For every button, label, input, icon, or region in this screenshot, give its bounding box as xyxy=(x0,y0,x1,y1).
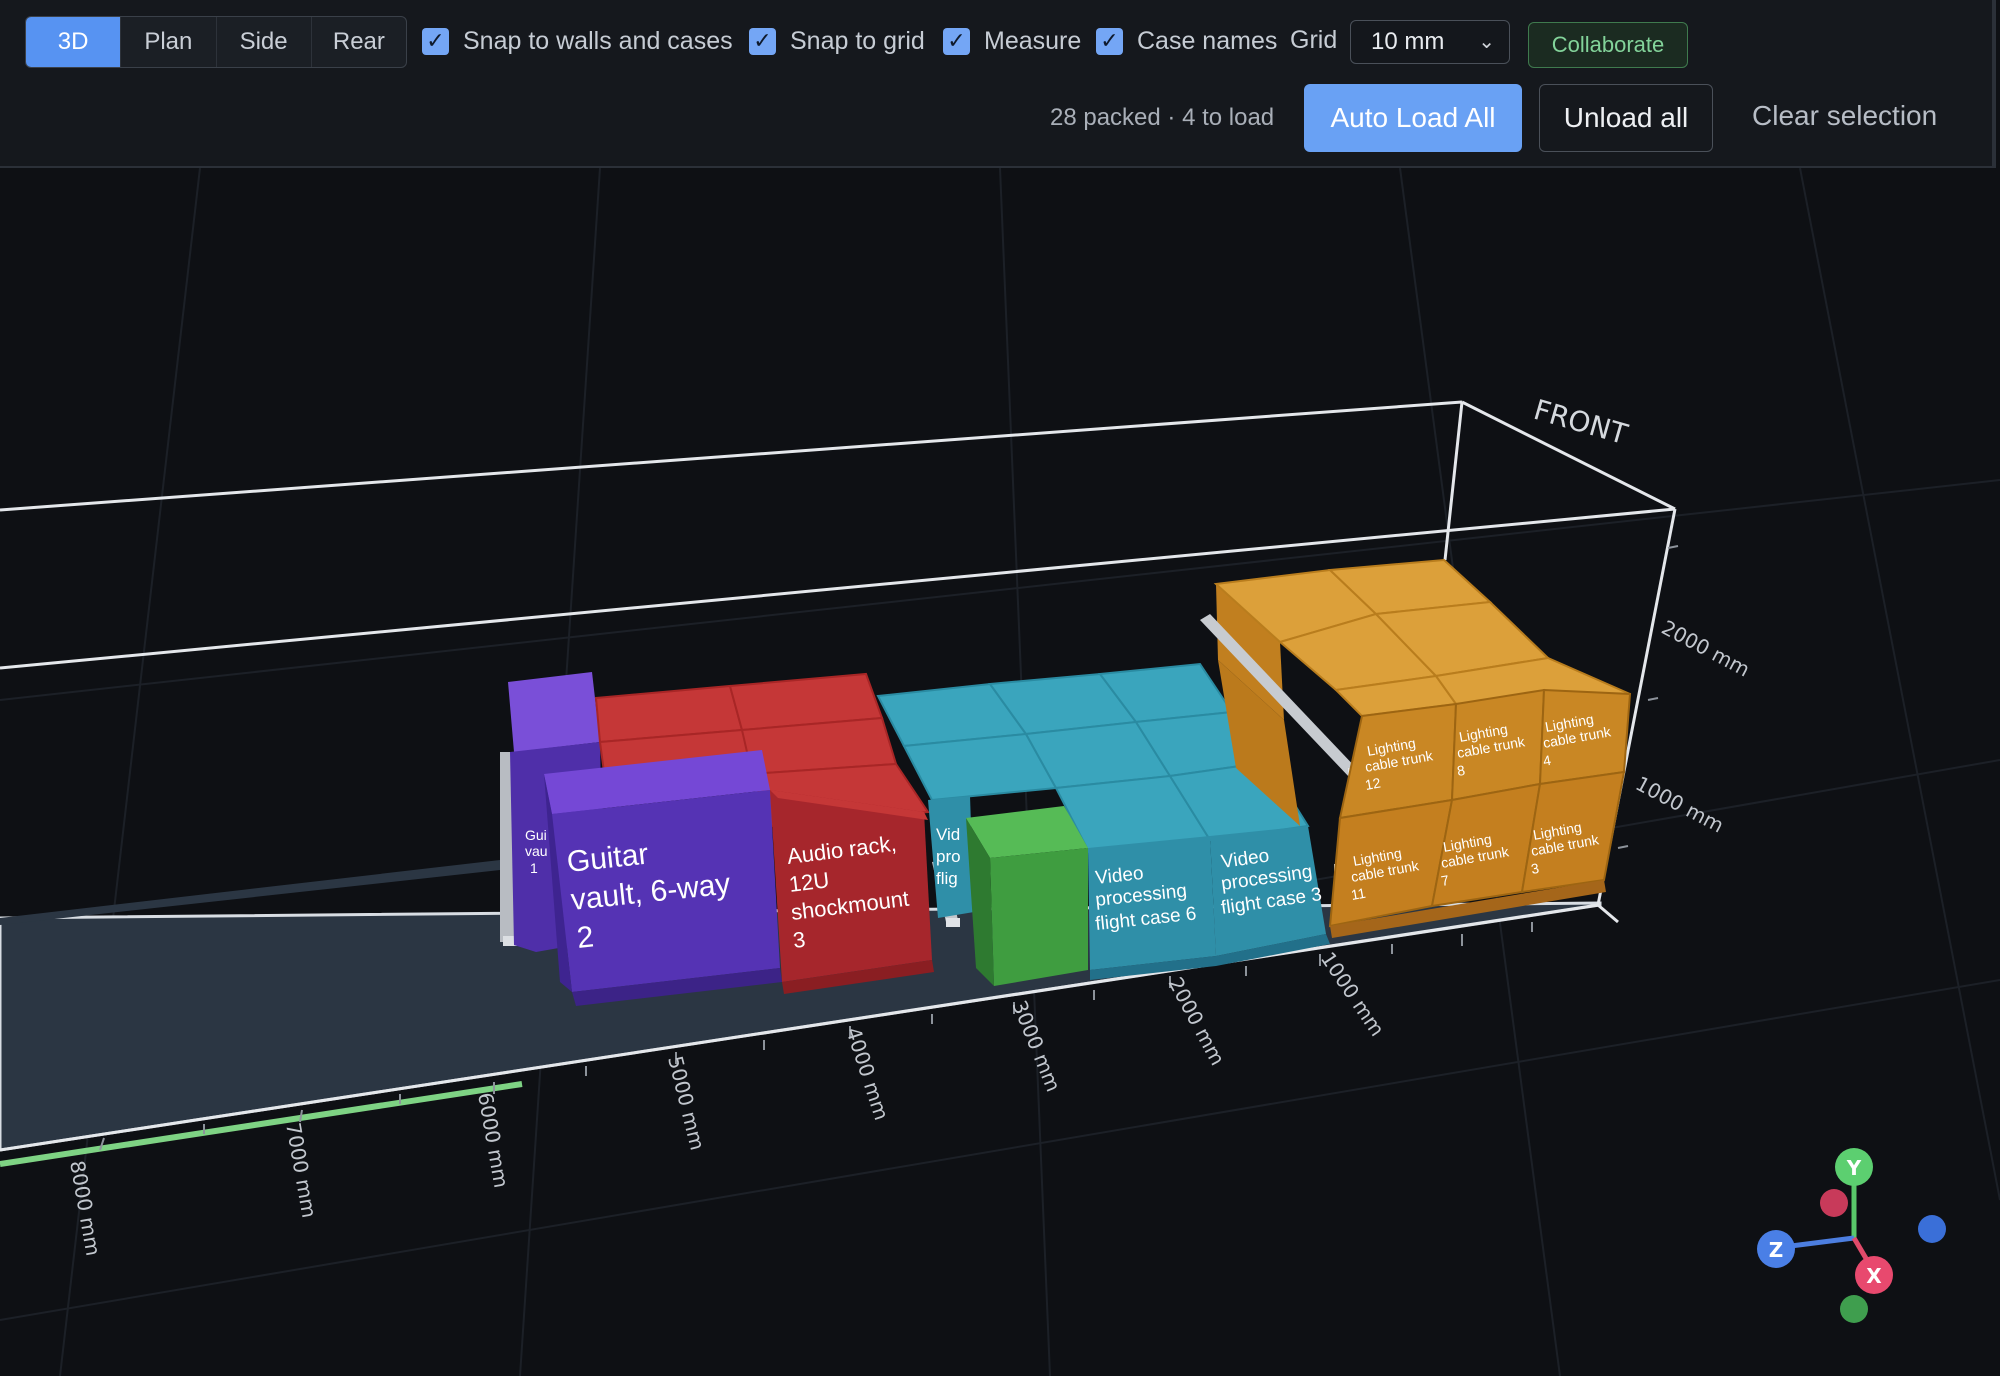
axis-z-label: Z xyxy=(1769,1238,1784,1262)
snap-grid-label: Snap to grid xyxy=(790,26,925,55)
tick-label-7000: 7000 mm xyxy=(281,1121,321,1220)
snap-walls-checkbox[interactable]: ✓ Snap to walls and cases xyxy=(422,21,733,61)
case-audio-rack-3[interactable]: Audio rack, 12U shockmount 3 xyxy=(770,790,934,994)
case-label: Vid xyxy=(936,825,960,844)
tick-label-5000: 5000 mm xyxy=(663,1053,710,1152)
toolbar: 3D Plan Side Rear ✓ Snap to walls and ca… xyxy=(0,0,1996,168)
case-label: pro xyxy=(936,847,961,866)
tick-label-6000: 6000 mm xyxy=(473,1091,513,1190)
unload-all-button[interactable]: Unload all xyxy=(1539,84,1713,152)
checkmark-icon: ✓ xyxy=(1096,27,1123,55)
case-lighting-trunk-8[interactable]: Lighting cable trunk 8 xyxy=(1450,688,1546,802)
view-side-button[interactable]: Side xyxy=(217,17,312,67)
axis-gizmo[interactable]: Y Z X xyxy=(1757,1148,1946,1323)
case-names-label: Case names xyxy=(1137,26,1278,55)
view-plan-button[interactable]: Plan xyxy=(121,17,217,67)
measure-checkbox[interactable]: ✓ Measure xyxy=(943,21,1081,61)
case-label: Gui xyxy=(525,827,547,843)
case-label: 1 xyxy=(530,860,538,876)
view-rear-button[interactable]: Rear xyxy=(312,17,406,67)
case-label: vau xyxy=(525,843,548,859)
axis-neg-x-dot[interactable] xyxy=(1820,1189,1848,1217)
snap-grid-checkbox[interactable]: ✓ Snap to grid xyxy=(749,21,925,61)
tick-label-4000: 4000 mm xyxy=(841,1024,894,1123)
collaborate-button[interactable]: Collaborate xyxy=(1528,22,1688,68)
measure-label: Measure xyxy=(984,26,1082,55)
case-label: flig xyxy=(936,869,958,888)
view-mode-toggle: 3D Plan Side Rear xyxy=(25,16,407,68)
clear-selection-button[interactable]: Clear selection xyxy=(1752,100,1937,132)
case-video-processing-6[interactable]: Video processing flight case 6 xyxy=(1088,836,1216,980)
case-label: 11 xyxy=(1350,885,1367,903)
tick-label-3000: 3000 mm xyxy=(1007,997,1065,1095)
case-lighting-trunk-4[interactable]: Lighting cable trunk 4 xyxy=(1538,688,1632,786)
tick-label-width-1000: 1000 mm xyxy=(1632,771,1728,837)
tick-label-width-2000: 2000 mm xyxy=(1658,615,1754,681)
case-video-processing-3[interactable]: Video processing flight case 3 xyxy=(1210,826,1330,966)
tick-label-2000: 2000 mm xyxy=(1164,973,1230,1069)
case-guitar-vault-2[interactable]: Guitar vault, 6-way 2 xyxy=(544,750,782,1006)
axis-y-label: Y xyxy=(1846,1156,1862,1180)
axis-neg-y-dot[interactable] xyxy=(1840,1295,1868,1323)
tick-label-1000: 1000 mm xyxy=(1316,947,1390,1040)
case-video-processing-partial[interactable]: Vid pro flig xyxy=(928,796,974,918)
case-names-checkbox[interactable]: ✓ Case names xyxy=(1096,21,1277,61)
grid-label: Grid xyxy=(1290,26,1338,54)
grid-size-select[interactable]: 10 mm ⌄ xyxy=(1350,20,1510,64)
packing-status: 28 packed · 4 to load xyxy=(1050,104,1275,131)
auto-load-all-button[interactable]: Auto Load All xyxy=(1304,84,1522,152)
case-label: 12U xyxy=(788,867,831,897)
chevron-down-icon: ⌄ xyxy=(1478,31,1495,53)
checkmark-icon: ✓ xyxy=(422,27,449,55)
case-lighting-trunk-12[interactable]: Lighting cable trunk 12 xyxy=(1338,702,1458,820)
axis-x-label: X xyxy=(1866,1264,1882,1288)
case-label: 12 xyxy=(1364,774,1382,792)
axis-neg-z-dot[interactable] xyxy=(1918,1215,1946,1243)
view-3d-button[interactable]: 3D xyxy=(26,17,122,67)
case-label: 2 xyxy=(575,920,595,955)
checkmark-icon: ✓ xyxy=(943,27,970,55)
3d-viewport[interactable]: 8000 mm 7000 mm 6000 mm 5000 mm 4000 mm … xyxy=(0,168,2000,1376)
case-green-selected[interactable] xyxy=(966,806,1088,986)
tick-label-8000: 8000 mm xyxy=(65,1159,105,1258)
width-tick-labels: 2000 mm 1000 mm xyxy=(1632,615,1754,837)
grid-size-value: 10 mm xyxy=(1371,28,1445,55)
checkmark-icon: ✓ xyxy=(749,27,776,55)
snap-walls-label: Snap to walls and cases xyxy=(463,26,733,55)
